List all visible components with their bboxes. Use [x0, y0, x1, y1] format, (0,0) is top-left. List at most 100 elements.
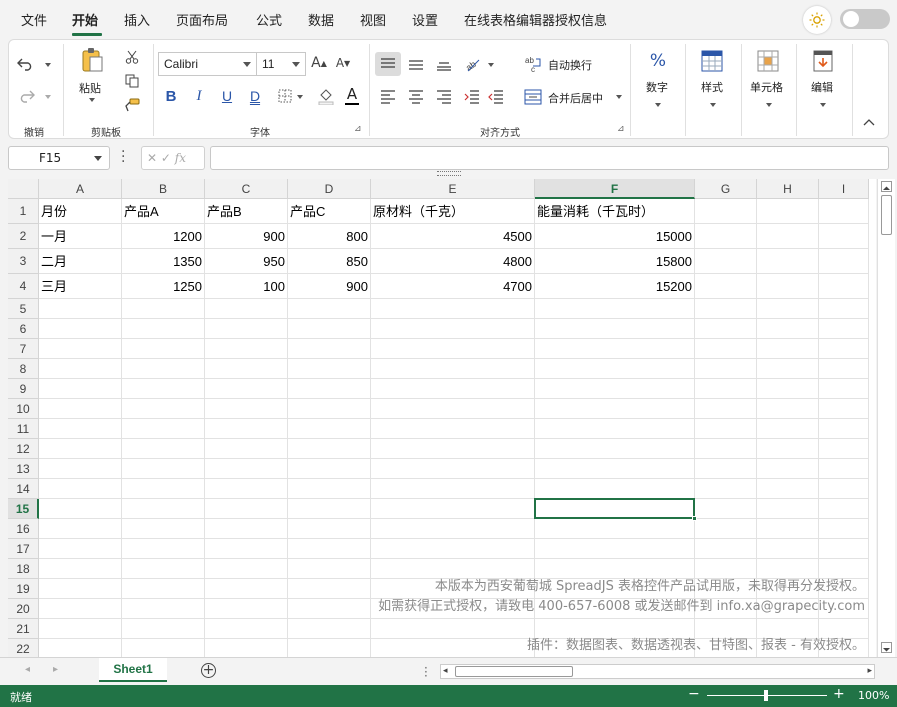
cell-b9[interactable] [122, 379, 205, 399]
cell-g9[interactable] [695, 379, 757, 399]
cell-i5[interactable] [819, 299, 869, 319]
fill-handle[interactable] [692, 516, 697, 521]
zoom-slider-thumb[interactable] [764, 690, 768, 701]
cell-c17[interactable] [205, 539, 288, 559]
cell-h3[interactable] [757, 249, 819, 274]
formula-input[interactable] [210, 146, 889, 170]
cell-a12[interactable] [39, 439, 122, 459]
spreadsheet-grid[interactable]: A B C D E F G H I 1 月份 产品A 产品B 产品C 原材料（千克） 能量消耗（千瓦时） 2 一月… [8, 179, 876, 657]
cell-e17[interactable] [371, 539, 535, 559]
cell-b8[interactable] [122, 359, 205, 379]
cell-a4[interactable]: 三月 [39, 274, 122, 299]
cell-b13[interactable] [122, 459, 205, 479]
cell-e1[interactable]: 原材料（千克） [371, 199, 535, 224]
cell-e10[interactable] [371, 399, 535, 419]
cell-d18[interactable] [288, 559, 371, 579]
cell-c5[interactable] [205, 299, 288, 319]
column-header-a[interactable]: A [39, 179, 122, 199]
indent-icon[interactable] [463, 89, 481, 105]
tab-splitter-icon[interactable]: · · · [424, 662, 428, 682]
cell-d7[interactable] [288, 339, 371, 359]
cell-e7[interactable] [371, 339, 535, 359]
font-dialog-launcher-icon[interactable]: ⊿ [354, 124, 362, 134]
cell-i10[interactable] [819, 399, 869, 419]
cell-g7[interactable] [695, 339, 757, 359]
row-header-14[interactable]: 14 [8, 479, 39, 499]
row-header-11[interactable]: 11 [8, 419, 39, 439]
cell-i4[interactable] [819, 274, 869, 299]
border-icon[interactable] [277, 88, 293, 104]
cell-dropdown-icon[interactable] [766, 103, 772, 107]
cell-i16[interactable] [819, 519, 869, 539]
vertical-scrollbar[interactable] [877, 179, 895, 657]
cell-f14[interactable] [535, 479, 695, 499]
cell-a21[interactable] [39, 619, 122, 639]
cell-h13[interactable] [757, 459, 819, 479]
cell-a11[interactable] [39, 419, 122, 439]
cell-d5[interactable] [288, 299, 371, 319]
zoom-out-icon[interactable]: − [688, 686, 700, 702]
cell-h17[interactable] [757, 539, 819, 559]
menu-file[interactable]: 文件 [21, 10, 47, 29]
cell-h6[interactable] [757, 319, 819, 339]
cell-h7[interactable] [757, 339, 819, 359]
row-header-10[interactable]: 10 [8, 399, 39, 419]
cell-a7[interactable] [39, 339, 122, 359]
horizontal-scrollbar[interactable]: ◂ ▸ [440, 664, 875, 679]
column-header-b[interactable]: B [122, 179, 205, 199]
underline-icon[interactable]: U [219, 87, 235, 105]
cell-b6[interactable] [122, 319, 205, 339]
cell-b20[interactable] [122, 599, 205, 619]
row-header-9[interactable]: 9 [8, 379, 39, 399]
number-label[interactable]: 数字 [646, 79, 668, 95]
row-header-16[interactable]: 16 [8, 519, 39, 539]
column-header-h[interactable]: H [757, 179, 819, 199]
cell-f2[interactable]: 15000 [535, 224, 695, 249]
cell-g5[interactable] [695, 299, 757, 319]
sun-icon[interactable] [803, 6, 831, 34]
cell-h4[interactable] [757, 274, 819, 299]
cell-e11[interactable] [371, 419, 535, 439]
cell-b22[interactable] [122, 639, 205, 657]
column-header-d[interactable]: D [288, 179, 371, 199]
paste-icon[interactable] [77, 46, 107, 74]
cell-a1[interactable]: 月份 [39, 199, 122, 224]
merge-center-icon[interactable] [523, 87, 543, 107]
font-color-icon[interactable]: A [343, 85, 361, 105]
more-options-icon[interactable]: · · · [121, 145, 125, 169]
cell-d10[interactable] [288, 399, 371, 419]
theme-toggle[interactable] [840, 9, 890, 29]
cell-e16[interactable] [371, 519, 535, 539]
cell-c22[interactable] [205, 639, 288, 657]
cell-c20[interactable] [205, 599, 288, 619]
cell-i15[interactable] [819, 499, 869, 519]
cell-d13[interactable] [288, 459, 371, 479]
cell-d22[interactable] [288, 639, 371, 657]
cell-a14[interactable] [39, 479, 122, 499]
scroll-up-icon[interactable] [881, 181, 892, 192]
cell-b10[interactable] [122, 399, 205, 419]
cell-h1[interactable] [757, 199, 819, 224]
cell-g8[interactable] [695, 359, 757, 379]
cell-a18[interactable] [39, 559, 122, 579]
cell-e2[interactable]: 4500 [371, 224, 535, 249]
resize-grip-icon[interactable] [437, 171, 461, 176]
cell-d9[interactable] [288, 379, 371, 399]
cell-c7[interactable] [205, 339, 288, 359]
cell-h9[interactable] [757, 379, 819, 399]
cell-i9[interactable] [819, 379, 869, 399]
cell-c15[interactable] [205, 499, 288, 519]
redo-dropdown-icon[interactable] [45, 95, 51, 99]
cell-b15[interactable] [122, 499, 205, 519]
cell-h11[interactable] [757, 419, 819, 439]
cell-f10[interactable] [535, 399, 695, 419]
column-header-f[interactable]: F [535, 179, 695, 199]
menu-formula[interactable]: 公式 [256, 10, 282, 29]
cell-label[interactable]: 单元格 [750, 79, 783, 95]
cell-a15[interactable] [39, 499, 122, 519]
cell-c13[interactable] [205, 459, 288, 479]
cell-b14[interactable] [122, 479, 205, 499]
cell-e12[interactable] [371, 439, 535, 459]
cell-g12[interactable] [695, 439, 757, 459]
cell-a19[interactable] [39, 579, 122, 599]
